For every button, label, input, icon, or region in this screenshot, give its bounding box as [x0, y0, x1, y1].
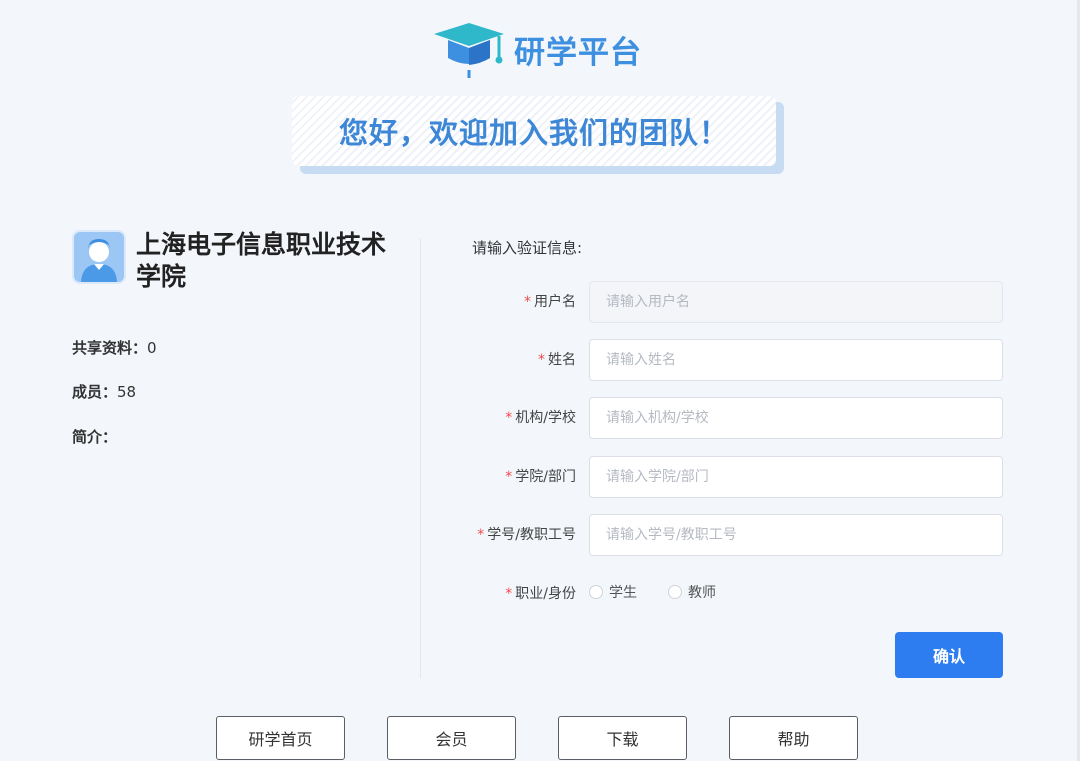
- role-option-label: 教师: [688, 585, 716, 601]
- graduation-cap-icon: [434, 23, 504, 78]
- user-avatar-icon: [72, 230, 126, 284]
- username-label: * 用户名: [524, 294, 576, 310]
- radio-circle-icon[interactable]: [668, 585, 682, 599]
- nav-download-button[interactable]: 下载: [558, 716, 687, 760]
- nav-help-button[interactable]: 帮助: [729, 716, 858, 760]
- department-label: * 学院/部门: [505, 469, 576, 485]
- intro-label: 简介：: [72, 428, 118, 446]
- shared-value: 0: [147, 339, 157, 357]
- institution-label: * 机构/学校: [505, 410, 576, 426]
- institution-input[interactable]: [589, 397, 1003, 439]
- role-option-label: 学生: [609, 585, 637, 601]
- nav-home-button[interactable]: 研学首页: [216, 716, 345, 760]
- nav-membership-button[interactable]: 会员: [387, 716, 516, 760]
- role-label: * 职业/身份: [505, 586, 576, 602]
- form-title: 请输入验证信息:: [472, 239, 583, 257]
- id-number-label: * 学号/教职工号: [477, 527, 576, 543]
- username-input[interactable]: [589, 281, 1003, 323]
- name-label: * 姓名: [538, 352, 576, 368]
- id-number-input[interactable]: [589, 514, 1003, 556]
- members-stat: 成员：58: [72, 381, 136, 402]
- members-value: 58: [117, 383, 137, 401]
- name-input[interactable]: [589, 339, 1003, 381]
- members-label: 成员：: [72, 383, 118, 401]
- banner-text: 您好，欢迎加入我们的团队！: [338, 116, 729, 150]
- panel-divider: [420, 238, 421, 678]
- welcome-banner: 您好，欢迎加入我们的团队！: [292, 96, 784, 174]
- org-name: 上海电子信息职业技术学院: [136, 230, 387, 291]
- shared-resources-stat: 共享资料：0: [72, 337, 157, 358]
- role-option-teacher[interactable]: 教师: [668, 582, 716, 602]
- department-input[interactable]: [589, 456, 1003, 498]
- banner-card: 您好，欢迎加入我们的团队！: [292, 96, 776, 166]
- role-option-student[interactable]: 学生: [589, 582, 637, 602]
- brand-name: 研学平台: [514, 34, 642, 71]
- brand-logo: 研学平台: [428, 18, 642, 80]
- radio-circle-icon[interactable]: [589, 585, 603, 599]
- shared-label: 共享资料：: [72, 339, 148, 357]
- intro-stat: 简介：: [72, 426, 117, 447]
- confirm-button[interactable]: 确认: [895, 632, 1003, 678]
- role-radio-group: 学生 教师: [589, 582, 747, 602]
